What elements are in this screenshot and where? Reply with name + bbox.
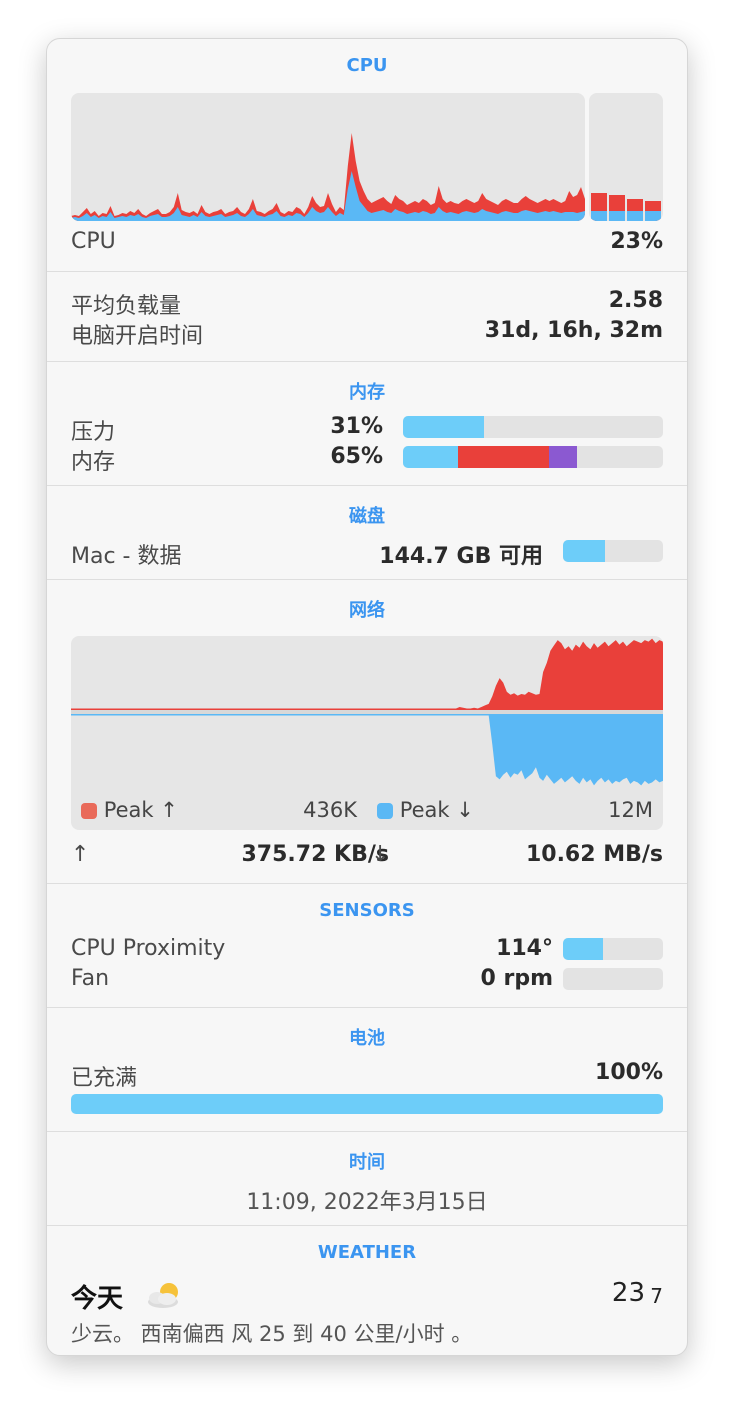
upload-legend-swatch	[81, 803, 97, 819]
uptime-value: 31d, 16h, 32m	[484, 318, 663, 343]
battery-status-label: 已充满	[71, 1066, 138, 1091]
memory-bar	[403, 446, 663, 468]
download-rate: 10.62 MB/s	[525, 842, 663, 867]
network-chart: Peak ↑ 436K Peak ↓ 12M	[71, 636, 663, 830]
peak-upload-label: Peak ↑	[103, 798, 178, 822]
pressure-bar-fill	[403, 416, 484, 438]
peak-download-label: Peak ↓	[399, 798, 474, 822]
peak-download-legend: Peak ↓	[377, 798, 474, 822]
weather-low-temp: 7	[650, 1284, 663, 1308]
peak-download-value: 12M	[608, 798, 653, 822]
network-download-area	[71, 714, 663, 786]
cpu-core-2-user-bar	[627, 211, 643, 221]
battery-percent-value: 100%	[595, 1060, 663, 1085]
menu-panel: CPU CPU 23% 平均负载量 2.58 电脑开启时间 31d, 16h, …	[46, 38, 688, 1356]
pressure-label: 压力	[71, 420, 116, 445]
pressure-value: 31%	[330, 414, 383, 439]
time-title: 时间	[349, 1152, 385, 1173]
memory-section: 内存 压力 31% 内存 65%	[47, 361, 687, 486]
sensor-cpu-proximity-bar-fill	[563, 938, 603, 960]
cpu-history-svg	[71, 133, 585, 221]
memory-label: 内存	[71, 450, 116, 475]
sensors-section: SENSORS CPU Proximity 114° Fan 0 rpm	[47, 883, 687, 1008]
battery-bar-fill	[71, 1094, 663, 1114]
system-section: 平均负载量 2.58 电脑开启时间 31d, 16h, 32m	[47, 271, 687, 362]
upload-rate: 375.72 KB/s	[241, 842, 389, 867]
disk-title: 磁盘	[349, 506, 385, 527]
battery-title: 电池	[349, 1028, 385, 1049]
download-arrow: ↓	[371, 842, 390, 867]
disk-bar-fill	[563, 540, 605, 562]
load-label: 平均负载量	[71, 294, 182, 319]
sensor-cpu-proximity-label: CPU Proximity	[71, 936, 226, 961]
cpu-core-1-user-bar	[609, 211, 625, 221]
cpu-core-3-user-bar	[645, 211, 661, 221]
battery-bar	[71, 1094, 663, 1114]
cpu-history-chart	[71, 93, 585, 221]
upload-arrow: ↑	[71, 842, 90, 867]
weather-high-temp: 23	[611, 1278, 645, 1308]
network-divider	[71, 710, 663, 714]
time-section: 时间 11:09, 2022年3月15日	[47, 1131, 687, 1226]
sensor-fan-bar	[563, 968, 663, 990]
network-title: 网络	[349, 600, 385, 621]
memory-title: 内存	[349, 382, 385, 403]
sensor-cpu-proximity-value: 114°	[496, 936, 553, 961]
weather-day: 今天	[71, 1284, 124, 1314]
weather-description: 少云。 西南偏西 风 25 到 40 公里/小时 。	[71, 1322, 473, 1346]
sensor-cpu-proximity-bar	[563, 938, 663, 960]
download-legend-swatch	[377, 803, 393, 819]
memory-bar-app-segment	[403, 446, 458, 468]
current-datetime: 11:09, 2022年3月15日	[246, 1190, 488, 1215]
memory-value: 65%	[330, 444, 383, 469]
network-section: 网络 Peak ↑ 436K Peak ↓ 12M ↑ 375.72 KB/s …	[47, 579, 687, 884]
cpu-cores-svg	[591, 193, 661, 221]
weather-title: WEATHER	[317, 1242, 417, 1263]
disk-bar	[563, 540, 663, 562]
disk-label: Mac - 数据	[71, 544, 182, 569]
cpu-cores-chart	[589, 93, 663, 221]
disk-section: 磁盘 Mac - 数据 144.7 GB 可用	[47, 485, 687, 580]
memory-bar-wired-segment	[457, 446, 549, 468]
load-value: 2.58	[608, 288, 663, 313]
cpu-core-0-user-bar	[591, 211, 607, 221]
peak-upload-value: 436K	[303, 798, 357, 822]
partly-cloudy-icon	[145, 1278, 187, 1312]
cpu-title: CPU	[346, 55, 388, 76]
pressure-bar	[403, 416, 663, 438]
battery-section: 电池 已充满 100%	[47, 1007, 687, 1132]
sensors-title: SENSORS	[319, 900, 415, 921]
weather-section: WEATHER 今天 23 7 少云。 西南偏西 风 25 到 40 公里/小时…	[47, 1225, 687, 1355]
sensor-fan-value: 0 rpm	[480, 966, 554, 991]
cpu-label: CPU	[71, 229, 116, 254]
sensor-fan-label: Fan	[71, 966, 110, 991]
cpu-section: CPU CPU 23%	[47, 39, 687, 271]
network-upload-area	[71, 638, 663, 710]
cpu-value: 23%	[610, 229, 663, 254]
memory-bar-compressed-segment	[548, 446, 578, 468]
uptime-label: 电脑开启时间	[71, 324, 204, 349]
disk-value: 144.7 GB 可用	[379, 544, 543, 569]
peak-upload-legend: Peak ↑	[81, 798, 178, 822]
